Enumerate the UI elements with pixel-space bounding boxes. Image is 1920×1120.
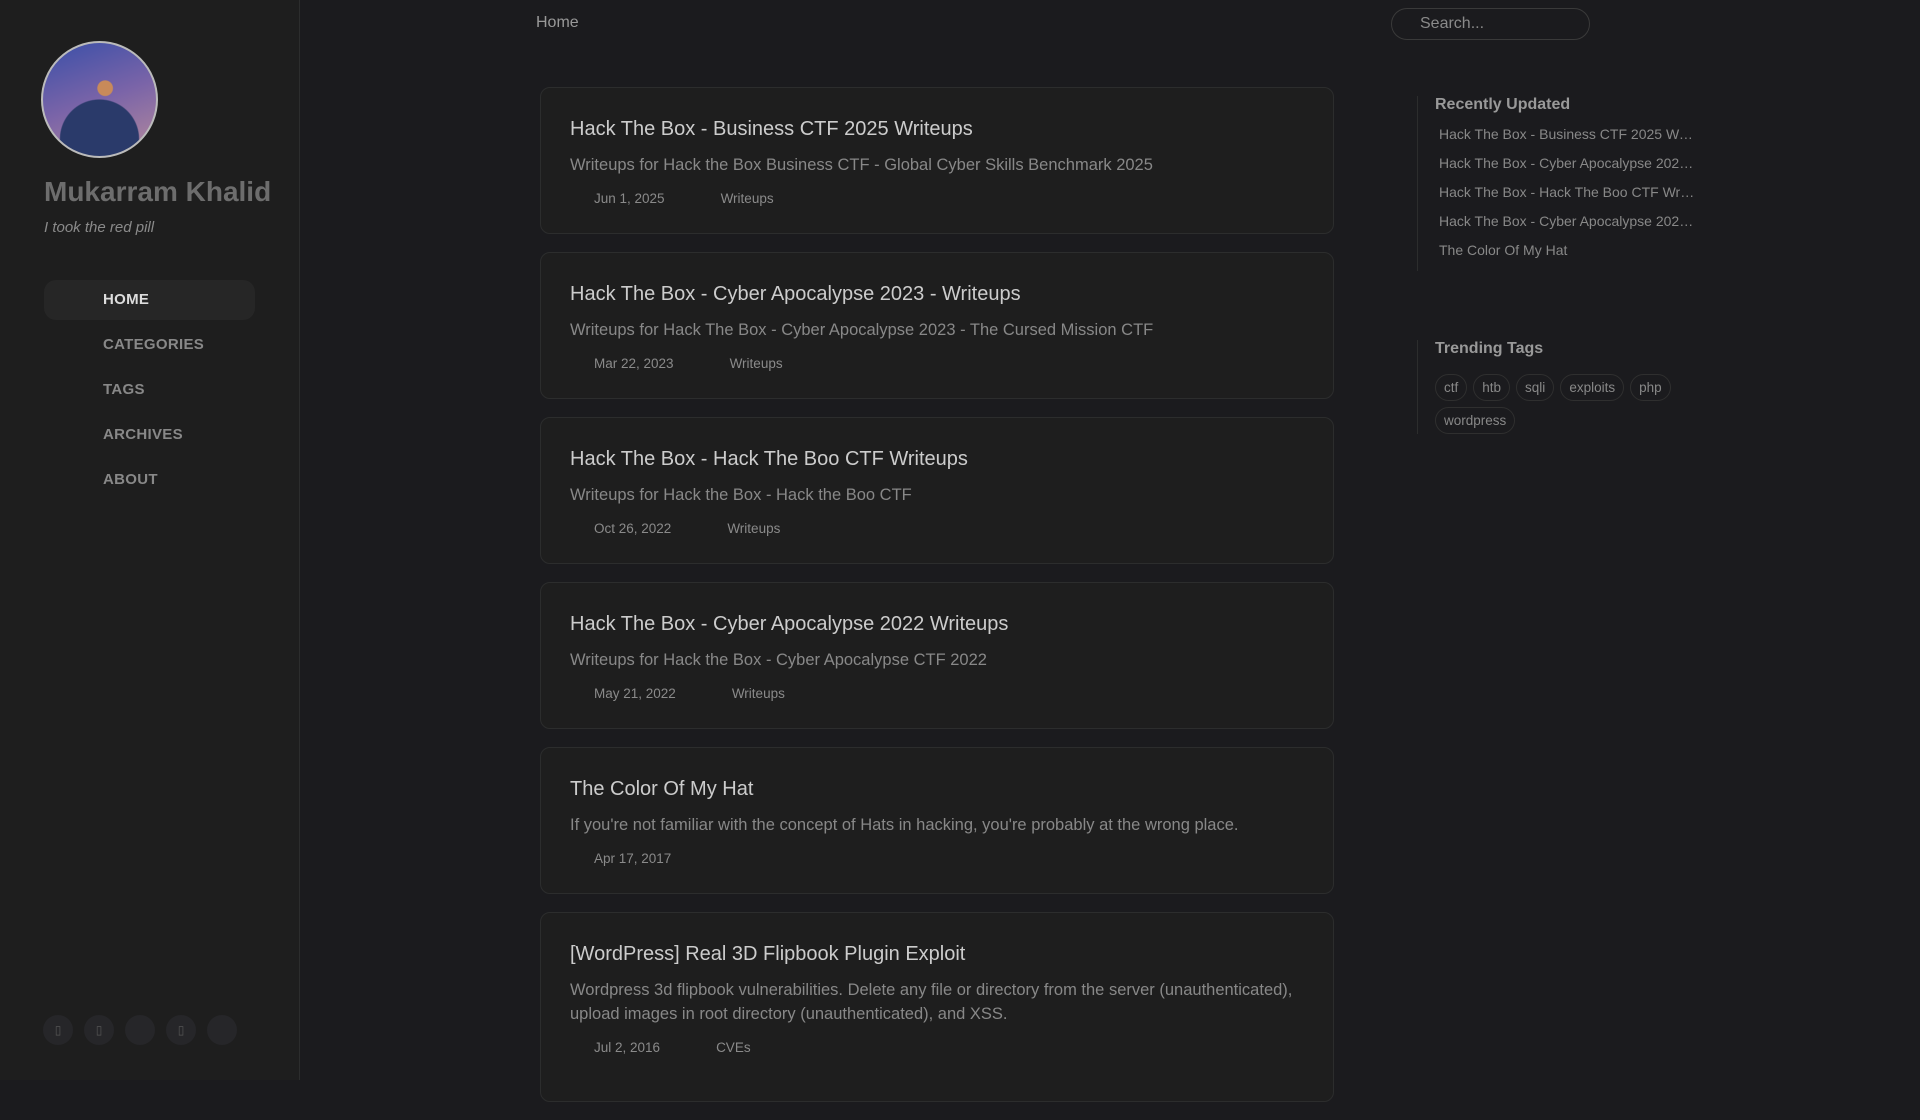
post-title[interactable]: The Color Of My Hat [570, 778, 1305, 801]
post-date: Mar 22, 2023 [594, 356, 674, 371]
sidebar-item-categories[interactable]: CATEGORIES [44, 325, 255, 365]
post-list: Hack The Box - Business CTF 2025 Writeup… [540, 87, 1334, 1120]
site-subtitle: I took the red pill [44, 219, 155, 236]
post-title[interactable]: Hack The Box - Business CTF 2025 Writeup… [570, 118, 1305, 141]
post-description: Writeups for Hack the Box - Hack the Boo… [570, 486, 912, 504]
post-description: Writeups for Hack the Box - Cyber Apocal… [570, 651, 987, 669]
sidebar-item-about[interactable]: ABOUT [44, 460, 255, 500]
post-description: If you're not familiar with the concept … [570, 816, 1239, 834]
twitter-icon[interactable]: ▯ [84, 1015, 114, 1045]
post-category: Writeups [727, 521, 781, 536]
post-title[interactable]: Hack The Box - Hack The Boo CTF Writeups [570, 448, 1305, 471]
linkedin-icon[interactable] [207, 1015, 237, 1045]
social-links: ▯ ▯ ▯ [43, 1015, 237, 1045]
post-card[interactable]: Hack The Box - Hack The Boo CTF Writeups… [540, 417, 1334, 564]
post-category: CVEs [716, 1040, 751, 1055]
post-date: Oct 26, 2022 [594, 521, 672, 536]
recent-post-link[interactable]: Hack The Box - Cyber Apocalypse 2022 Wri… [1435, 213, 1695, 242]
post-date: Jul 2, 2016 [594, 1040, 661, 1055]
post-card[interactable]: [WordPress] Real 3D Flipbook Plugin Expl… [540, 912, 1334, 1102]
post-card[interactable]: The Color Of My Hat If you're not famili… [540, 747, 1334, 894]
post-title[interactable]: [WordPress] Real 3D Flipbook Plugin Expl… [570, 943, 1305, 966]
avatar[interactable] [41, 41, 158, 158]
site-title[interactable]: Mukarram Khalid [44, 176, 271, 208]
post-date: May 21, 2022 [594, 686, 676, 701]
post-date: Jun 1, 2025 [594, 191, 665, 206]
recently-updated-panel: Recently Updated Hack The Box - Business… [1417, 96, 1695, 271]
trending-tags-panel: Trending Tags ctf htb sqli exploits php … [1417, 340, 1677, 434]
trending-tags-heading: Trending Tags [1435, 340, 1544, 357]
recently-updated-heading: Recently Updated [1435, 96, 1571, 113]
post-date: Apr 17, 2017 [594, 851, 672, 866]
tag-link[interactable]: ctf [1435, 374, 1468, 401]
post-title[interactable]: Hack The Box - Cyber Apocalypse 2023 - W… [570, 283, 1305, 306]
email-icon[interactable] [125, 1015, 155, 1045]
post-description: Writeups for Hack the Box Business CTF -… [570, 156, 1153, 174]
sidebar-nav: HOME CATEGORIES TAGS ARCHIVES ABOUT [44, 280, 255, 505]
post-card[interactable]: Hack The Box - Business CTF 2025 Writeup… [540, 87, 1334, 234]
post-card[interactable]: Hack The Box - Cyber Apocalypse 2023 - W… [540, 252, 1334, 399]
post-category: Writeups [720, 191, 774, 206]
tag-link[interactable]: php [1630, 374, 1671, 401]
recent-post-link[interactable]: Hack The Box - Hack The Boo CTF Writeups [1435, 184, 1695, 213]
recent-post-link[interactable]: The Color Of My Hat [1435, 242, 1695, 271]
search-input[interactable] [1391, 8, 1590, 40]
tag-link[interactable]: exploits [1560, 374, 1625, 401]
post-category: Writeups [731, 686, 785, 701]
post-category: Writeups [729, 356, 783, 371]
tag-link[interactable]: sqli [1516, 374, 1555, 401]
sidebar-item-home[interactable]: HOME [44, 280, 255, 320]
github-icon[interactable]: ▯ [43, 1015, 73, 1045]
post-description: Wordpress 3d flipbook vulnerabilities. D… [570, 981, 1293, 1023]
tag-link[interactable]: wordpress [1435, 407, 1516, 434]
recent-post-link[interactable]: Hack The Box - Cyber Apocalypse 2023 - W… [1435, 155, 1695, 184]
sidebar: Mukarram Khalid I took the red pill HOME… [0, 0, 300, 1080]
post-description: Writeups for Hack The Box - Cyber Apocal… [570, 321, 1154, 339]
post-title[interactable]: Hack The Box - Cyber Apocalypse 2022 Wri… [570, 613, 1305, 636]
post-card[interactable]: Hack The Box - Cyber Apocalypse 2022 Wri… [540, 582, 1334, 729]
rss-icon[interactable]: ▯ [166, 1015, 196, 1045]
breadcrumb: Home [536, 14, 579, 31]
recent-post-link[interactable]: Hack The Box - Business CTF 2025 Writeup… [1435, 126, 1695, 155]
sidebar-item-tags[interactable]: TAGS [44, 370, 255, 410]
sidebar-item-archives[interactable]: ARCHIVES [44, 415, 255, 455]
tag-link[interactable]: htb [1473, 374, 1511, 401]
